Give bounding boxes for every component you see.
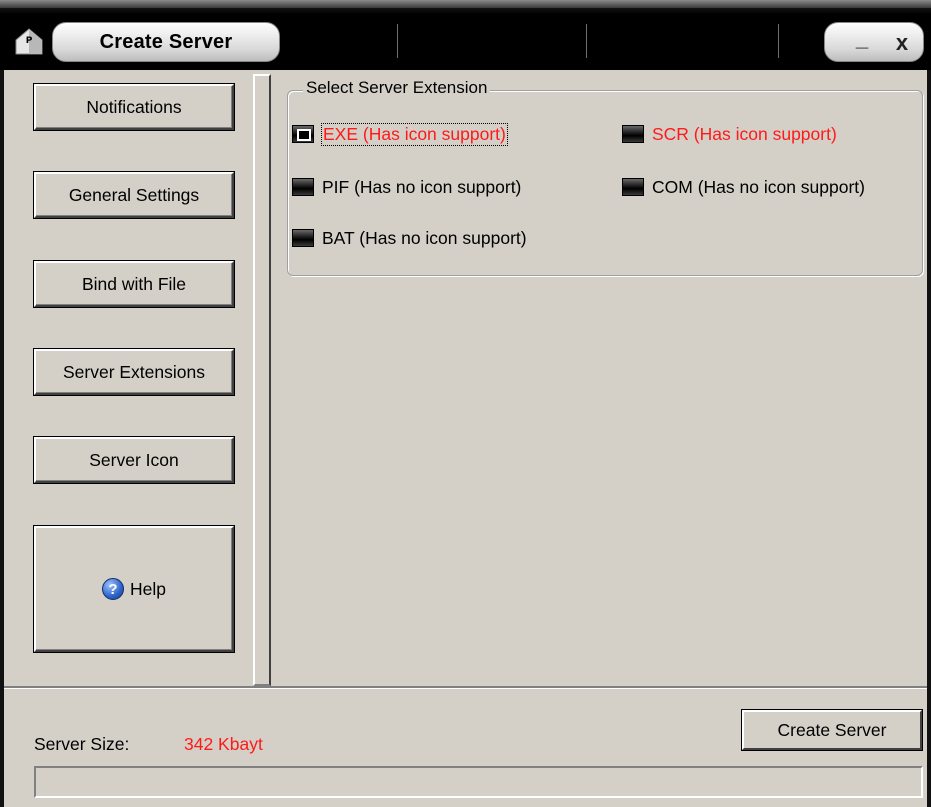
radio-com-indicator[interactable] <box>622 178 644 196</box>
radio-pif[interactable]: PIF (Has no icon support) <box>292 174 521 200</box>
server-icon-button[interactable]: Server Icon <box>34 437 234 483</box>
radio-bat[interactable]: BAT (Has no icon support) <box>292 225 527 251</box>
sidebar: Notifications General Settings Bind with… <box>4 70 250 685</box>
build-progress-bar <box>34 766 923 798</box>
window-controls: _ x <box>824 22 924 62</box>
radio-exe-checked-indicator[interactable] <box>292 125 314 143</box>
radio-com[interactable]: COM (Has no icon support) <box>622 174 865 200</box>
title-bar-separator <box>778 24 779 58</box>
svg-text:P: P <box>26 36 33 46</box>
notifications-button-label: Notifications <box>86 96 182 117</box>
radio-scr-indicator[interactable] <box>622 125 644 143</box>
radio-pif-indicator[interactable] <box>292 178 314 196</box>
general-settings-button[interactable]: General Settings <box>34 172 234 218</box>
title-bar-separator <box>586 24 587 58</box>
radio-exe[interactable]: EXE (Has icon support) <box>292 121 508 147</box>
title-bar-separator <box>397 24 398 58</box>
radio-scr[interactable]: SCR (Has icon support) <box>622 121 837 147</box>
help-button[interactable]: ? Help <box>34 526 234 652</box>
create-server-button[interactable]: Create Server <box>742 710 922 750</box>
general-settings-button-label: General Settings <box>68 184 200 205</box>
server-size-value: 342 Kbayt <box>184 734 263 754</box>
server-size-label: Server Size: <box>34 734 130 754</box>
server-icon-button-label: Server Icon <box>89 449 179 470</box>
radio-exe-label: EXE (Has icon support) <box>321 122 508 146</box>
notifications-button[interactable]: Notifications <box>34 84 234 130</box>
help-button-label: Help <box>130 578 166 599</box>
radio-bat-label: BAT (Has no icon support) <box>322 227 527 248</box>
radio-pif-label: PIF (Has no icon support) <box>322 176 522 197</box>
close-button[interactable]: x <box>887 29 917 57</box>
splitter-rail[interactable] <box>253 74 271 686</box>
radio-bat-indicator[interactable] <box>292 229 314 247</box>
main-panel: Select Server Extension EXE (Has icon su… <box>275 70 927 688</box>
window-frame-right <box>927 70 931 807</box>
house-p-icon[interactable]: P <box>14 26 44 56</box>
bind-with-file-button[interactable]: Bind with File <box>34 261 234 307</box>
splitter[interactable] <box>251 70 275 688</box>
window-title: Create Server <box>52 22 280 62</box>
radio-scr-label: SCR (Has icon support) <box>652 123 837 144</box>
title-bar[interactable]: P Create Server _ x <box>0 0 931 70</box>
server-extensions-button[interactable]: Server Extensions <box>34 349 234 395</box>
help-icon: ? <box>102 578 124 600</box>
minimize-button[interactable]: _ <box>847 25 877 53</box>
create-server-button-label: Create Server <box>777 719 887 740</box>
status-panel: Server Size: 342 Kbayt Create Server <box>4 686 927 807</box>
bind-with-file-button-label: Bind with File <box>81 273 187 294</box>
radio-com-label: COM (Has no icon support) <box>652 176 865 197</box>
server-extensions-button-label: Server Extensions <box>62 361 205 382</box>
groupbox-title: Select Server Extension <box>303 78 491 98</box>
title-bar-highlight <box>0 0 931 8</box>
extension-groupbox: Select Server Extension EXE (Has icon su… <box>287 78 923 276</box>
